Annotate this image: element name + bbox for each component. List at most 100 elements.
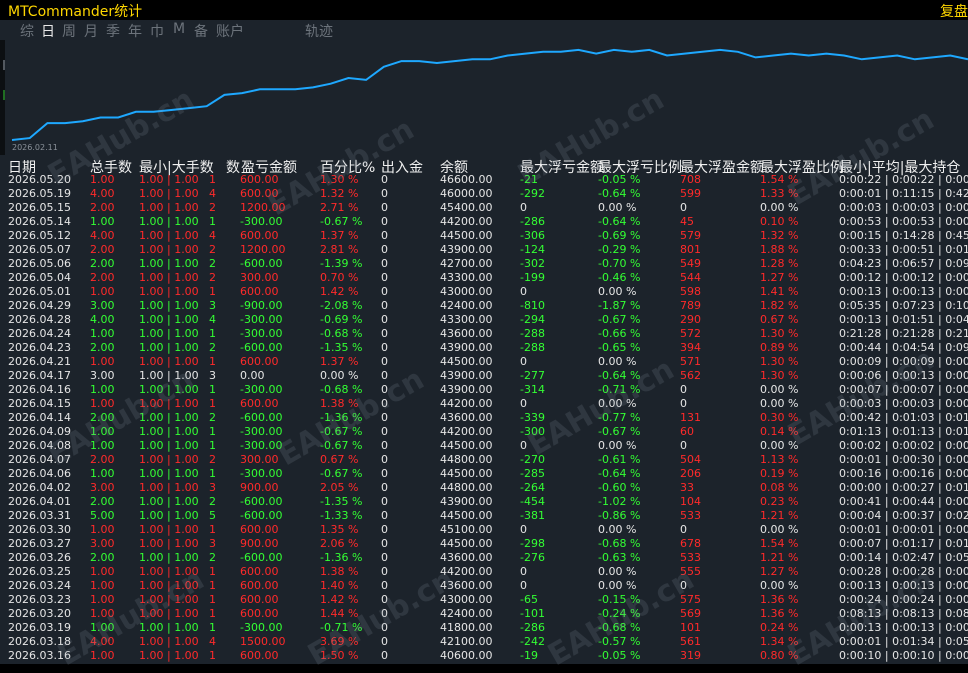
hold-time-cell: 0:00:02 | 0:00:02 | 0:00 [839, 439, 968, 452]
balance-cell: 43900.00 [440, 243, 493, 256]
lots-cell: 1.00 [90, 355, 115, 368]
deposit-cell: 0 [381, 201, 388, 214]
table-row[interactable]: 2026.03.31 5.00 1.00 | 1.00 5 -600.00 -1.33 %… [0, 509, 968, 523]
max-float-loss-cell: -277 [520, 369, 545, 382]
max-float-profit-pct-cell: 0.24 % [760, 621, 799, 634]
max-float-profit-cell: 290 [680, 313, 701, 326]
max-float-loss-cell: -288 [520, 341, 545, 354]
count-cell: 1 [209, 523, 216, 536]
lots-cell: 1.00 [90, 523, 115, 536]
balance-cell: 41800.00 [440, 621, 493, 634]
lots-cell: 1.00 [90, 285, 115, 298]
tab-week[interactable]: 周 [62, 21, 76, 41]
date-cell: 2026.04.17 [8, 369, 71, 382]
pnl-cell: -300.00 [240, 383, 283, 396]
tab-note[interactable]: 备 [194, 21, 208, 41]
tab-summary[interactable]: 综 [20, 21, 34, 41]
table-row[interactable]: 2026.04.29 3.00 1.00 | 1.00 3 -900.00 -2.08 %… [0, 299, 968, 313]
max-float-profit-cell: 572 [680, 327, 701, 340]
deposit-cell: 0 [381, 327, 388, 340]
deposit-cell: 0 [381, 453, 388, 466]
percent-cell: 1.38 % [320, 565, 359, 578]
hold-time-cell: 0:00:04 | 0:00:37 | 0:02 [839, 509, 968, 522]
date-cell: 2026.04.16 [8, 383, 71, 396]
date-cell: 2026.03.24 [8, 579, 71, 592]
table-row[interactable]: 2026.04.06 1.00 1.00 | 1.00 1 -300.00 -0.67 %… [0, 467, 968, 481]
table-row[interactable]: 2026.04.21 1.00 1.00 | 1.00 1 600.00 1.37 % 0 4… [0, 355, 968, 369]
min-max-lots-cell: 1.00 | 1.00 [139, 481, 199, 494]
max-float-loss-cell: 0 [520, 579, 527, 592]
table-row[interactable]: 2026.05.06 2.00 1.00 | 1.00 2 -600.00 -1.39 %… [0, 257, 968, 271]
count-cell: 1 [209, 425, 216, 438]
table-row[interactable]: 2026.03.30 1.00 1.00 | 1.00 1 600.00 1.35 % 0 4… [0, 523, 968, 537]
max-float-profit-cell: 0 [680, 523, 687, 536]
table-row[interactable]: 2026.04.08 1.00 1.00 | 1.00 1 -300.00 -0.67 %… [0, 439, 968, 453]
count-cell: 2 [209, 243, 216, 256]
balance-cell: 44200.00 [440, 425, 493, 438]
tab-symbol[interactable]: 巾 [150, 21, 164, 41]
percent-cell: -1.33 % [320, 509, 363, 522]
tab-month[interactable]: 月 [84, 21, 98, 41]
max-float-loss-cell: -314 [520, 383, 545, 396]
deposit-cell: 0 [381, 579, 388, 592]
percent-cell: 1.40 % [320, 579, 359, 592]
table-row[interactable]: 2026.04.07 2.00 1.00 | 1.00 2 300.00 0.67 % 0 4… [0, 453, 968, 467]
max-float-loss-cell: 0 [520, 285, 527, 298]
min-max-lots-cell: 1.00 | 1.00 [139, 355, 199, 368]
table-row[interactable]: 2026.04.28 4.00 1.00 | 1.00 4 -300.00 -0.69 %… [0, 313, 968, 327]
table-row[interactable]: 2026.05.15 2.00 1.00 | 1.00 2 1200.00 2.71 % 0… [0, 201, 968, 215]
balance-cell: 44500.00 [440, 439, 493, 452]
table-row[interactable]: 2026.03.26 2.00 1.00 | 1.00 2 -600.00 -1.36 %… [0, 551, 968, 565]
tab-year[interactable]: 年 [128, 21, 142, 41]
max-float-loss-pct-cell: -0.63 % [598, 551, 641, 564]
max-float-loss-pct-cell: -0.86 % [598, 509, 641, 522]
deposit-cell: 0 [381, 341, 388, 354]
table-row[interactable]: 2026.05.04 2.00 1.00 | 1.00 2 300.00 0.70 % 0 4… [0, 271, 968, 285]
max-float-loss-cell: -294 [520, 313, 545, 326]
date-cell: 2026.03.31 [8, 509, 71, 522]
min-max-lots-cell: 1.00 | 1.00 [139, 299, 199, 312]
max-float-profit-cell: 104 [680, 495, 701, 508]
min-max-lots-cell: 1.00 | 1.00 [139, 187, 199, 200]
date-cell: 2026.05.06 [8, 257, 71, 270]
table-row[interactable]: 2026.05.07 2.00 1.00 | 1.00 2 1200.00 2.81 % 0… [0, 243, 968, 257]
max-float-loss-cell: 0 [520, 201, 527, 214]
table-row[interactable]: 2026.05.14 1.00 1.00 | 1.00 1 -300.00 -0.67 %… [0, 215, 968, 229]
count-cell: 1 [209, 285, 216, 298]
table-row[interactable]: 2026.04.02 3.00 1.00 | 1.00 3 900.00 2.05 % 0 4… [0, 481, 968, 495]
table-row[interactable]: 2026.03.27 3.00 1.00 | 1.00 3 900.00 2.06 % 0 4… [0, 537, 968, 551]
lots-cell: 3.00 [90, 537, 115, 550]
min-max-lots-cell: 1.00 | 1.00 [139, 327, 199, 340]
tab-magic[interactable]: M [173, 21, 185, 37]
tab-trajectory[interactable]: 轨迹 [305, 21, 333, 41]
table-row[interactable]: 2026.04.01 2.00 1.00 | 1.00 2 -600.00 -1.35 %… [0, 495, 968, 509]
table-row[interactable]: 2026.03.25 1.00 1.00 | 1.00 1 600.00 1.38 % 0 4… [0, 565, 968, 579]
table-row[interactable]: 2026.05.12 4.00 1.00 | 1.00 4 600.00 1.37 % 0 4… [0, 229, 968, 243]
lots-cell: 2.00 [90, 551, 115, 564]
count-cell: 4 [209, 635, 216, 648]
min-max-lots-cell: 1.00 | 1.00 [139, 201, 199, 214]
min-max-lots-cell: 1.00 | 1.00 [139, 649, 199, 662]
tab-day[interactable]: 日 [41, 21, 55, 41]
date-cell: 2026.04.29 [8, 299, 71, 312]
max-float-profit-cell: 319 [680, 649, 701, 662]
percent-cell: -0.68 % [320, 327, 363, 340]
deposit-cell: 0 [381, 271, 388, 284]
table-row[interactable]: 2026.05.01 1.00 1.00 | 1.00 1 600.00 1.42 % 0 4… [0, 285, 968, 299]
count-cell: 1 [209, 327, 216, 340]
tab-bar: 综 日 周 月 季 年 巾 M 备 账户 轨迹 [0, 20, 968, 40]
table-row[interactable]: 2026.04.24 1.00 1.00 | 1.00 1 -300.00 -0.68 %… [0, 327, 968, 341]
table-row[interactable]: 2026.04.17 3.00 1.00 | 1.00 3 0.00 0.00 % 0 439… [0, 369, 968, 383]
max-float-loss-pct-cell: -0.29 % [598, 243, 641, 256]
lots-cell: 4.00 [90, 229, 115, 242]
hold-time-cell: 0:05:35 | 0:07:23 | 0:10 [839, 299, 968, 312]
count-cell: 2 [209, 257, 216, 270]
tab-quarter[interactable]: 季 [106, 21, 120, 41]
lots-cell: 1.00 [90, 215, 115, 228]
replay-button[interactable]: 复盘 [940, 1, 968, 21]
tab-account[interactable]: 账户 [216, 21, 244, 41]
hold-time-cell: 0:00:53 | 0:00:53 | 0:00 [839, 215, 968, 228]
hold-time-cell: 0:00:10 | 0:00:10 | 0:00 [839, 649, 968, 662]
table-row[interactable]: 2026.04.23 2.00 1.00 | 1.00 2 -600.00 -1.35 %… [0, 341, 968, 355]
max-float-loss-pct-cell: -0.05 % [598, 649, 641, 662]
